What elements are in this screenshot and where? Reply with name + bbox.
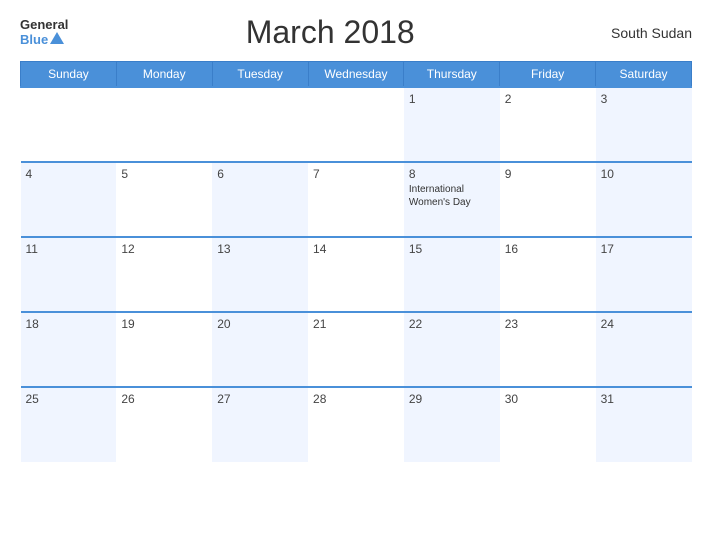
day-number: 12 xyxy=(121,242,207,256)
calendar-cell: 26 xyxy=(116,387,212,462)
day-number: 29 xyxy=(409,392,495,406)
logo-general-text: General xyxy=(20,18,68,32)
weekday-header: Sunday xyxy=(21,62,117,88)
day-number: 18 xyxy=(26,317,112,331)
calendar-cell xyxy=(116,87,212,162)
calendar-cell: 9 xyxy=(500,162,596,237)
calendar-cell: 6 xyxy=(212,162,308,237)
day-number: 3 xyxy=(601,92,687,106)
calendar-cell xyxy=(21,87,117,162)
calendar-cell: 22 xyxy=(404,312,500,387)
weekday-header: Wednesday xyxy=(308,62,404,88)
day-number: 17 xyxy=(601,242,687,256)
calendar-cell xyxy=(308,87,404,162)
day-number: 20 xyxy=(217,317,303,331)
calendar-cell: 5 xyxy=(116,162,212,237)
day-number: 5 xyxy=(121,167,207,181)
calendar-cell: 1 xyxy=(404,87,500,162)
day-number: 16 xyxy=(505,242,591,256)
calendar-cell: 25 xyxy=(21,387,117,462)
calendar-week-row: 123 xyxy=(21,87,692,162)
calendar-cell xyxy=(212,87,308,162)
logo-triangle-icon xyxy=(50,32,64,44)
day-number: 13 xyxy=(217,242,303,256)
day-number: 23 xyxy=(505,317,591,331)
calendar-cell: 13 xyxy=(212,237,308,312)
calendar-cell: 27 xyxy=(212,387,308,462)
calendar-cell: 16 xyxy=(500,237,596,312)
day-number: 14 xyxy=(313,242,399,256)
calendar-week-row: 18 19 20 21 22 23 24 xyxy=(21,312,692,387)
calendar-cell: 2 xyxy=(500,87,596,162)
calendar-cell: 24 xyxy=(596,312,692,387)
calendar-cell: 8 International Women's Day xyxy=(404,162,500,237)
day-number: 27 xyxy=(217,392,303,406)
day-number: 6 xyxy=(217,167,303,181)
calendar-cell: 7 xyxy=(308,162,404,237)
calendar-cell: 23 xyxy=(500,312,596,387)
calendar-cell: 17 xyxy=(596,237,692,312)
calendar-cell: 29 xyxy=(404,387,500,462)
weekday-header: Monday xyxy=(116,62,212,88)
day-number: 8 xyxy=(409,167,495,181)
day-number: 10 xyxy=(601,167,687,181)
calendar-table: SundayMondayTuesdayWednesdayThursdayFrid… xyxy=(20,61,692,462)
day-number: 19 xyxy=(121,317,207,331)
weekday-header: Saturday xyxy=(596,62,692,88)
day-number: 9 xyxy=(505,167,591,181)
country-label: South Sudan xyxy=(592,25,692,41)
calendar-week-row: 11 12 13 14 15 16 17 xyxy=(21,237,692,312)
calendar-cell: 10 xyxy=(596,162,692,237)
calendar-cell: 30 xyxy=(500,387,596,462)
calendar-cell: 19 xyxy=(116,312,212,387)
logo: General Blue xyxy=(20,18,68,47)
day-number: 30 xyxy=(505,392,591,406)
day-number: 26 xyxy=(121,392,207,406)
day-number: 25 xyxy=(26,392,112,406)
day-number: 4 xyxy=(26,167,112,181)
day-number: 1 xyxy=(409,92,495,106)
calendar-week-row: 45678 International Women's Day 9 10 xyxy=(21,162,692,237)
calendar-cell: 4 xyxy=(21,162,117,237)
day-number: 21 xyxy=(313,317,399,331)
calendar-week-row: 25 26 27 28 29 30 31 xyxy=(21,387,692,462)
day-number: 31 xyxy=(601,392,687,406)
calendar-header: General Blue March 2018 South Sudan xyxy=(20,10,692,55)
calendar-cell: 28 xyxy=(308,387,404,462)
calendar-cell: 20 xyxy=(212,312,308,387)
event-label: International Women's Day xyxy=(409,183,495,209)
calendar-cell: 3 xyxy=(596,87,692,162)
day-number: 15 xyxy=(409,242,495,256)
weekday-header: Thursday xyxy=(404,62,500,88)
day-number: 7 xyxy=(313,167,399,181)
calendar-cell: 14 xyxy=(308,237,404,312)
calendar-cell: 12 xyxy=(116,237,212,312)
calendar-cell: 11 xyxy=(21,237,117,312)
day-number: 24 xyxy=(601,317,687,331)
calendar-cell: 18 xyxy=(21,312,117,387)
calendar-cell: 15 xyxy=(404,237,500,312)
day-number: 28 xyxy=(313,392,399,406)
day-number: 11 xyxy=(26,242,112,256)
logo-blue-text: Blue xyxy=(20,33,48,47)
weekday-header: Tuesday xyxy=(212,62,308,88)
day-number: 22 xyxy=(409,317,495,331)
weekday-header: Friday xyxy=(500,62,596,88)
calendar-cell: 21 xyxy=(308,312,404,387)
month-title: March 2018 xyxy=(68,14,592,51)
calendar-cell: 31 xyxy=(596,387,692,462)
day-number: 2 xyxy=(505,92,591,106)
calendar-header-row: SundayMondayTuesdayWednesdayThursdayFrid… xyxy=(21,62,692,88)
